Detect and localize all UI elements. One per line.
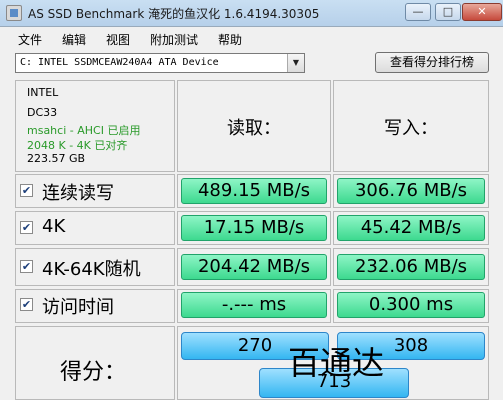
- 4k64-label: 4K-64K随机: [42, 259, 141, 280]
- menu-bar: 文件 编辑 视图 附加测试 帮助: [0, 27, 503, 49]
- access-time-read-result: -.--- ms: [181, 292, 327, 318]
- 4k-read-result: 17.15 MB/s: [181, 215, 327, 241]
- app-icon: [6, 5, 22, 21]
- chevron-down-icon[interactable]: ▼: [287, 54, 304, 72]
- device-select[interactable]: C: INTEL SSDMCEAW240A4 ATA Device ▼: [15, 53, 305, 73]
- access-time-checkbox[interactable]: ✔: [20, 298, 33, 311]
- maximize-button[interactable]: □: [435, 3, 461, 21]
- device-select-value: C: INTEL SSDMCEAW240A4 ATA Device: [20, 57, 219, 68]
- access-time-write-result: 0.300 ms: [337, 292, 485, 318]
- window-title: AS SSD Benchmark 淹死的鱼汉化 1.6.4194.30305: [28, 7, 320, 21]
- close-button[interactable]: ✕: [462, 3, 502, 21]
- seq-read-result: 489.15 MB/s: [181, 178, 327, 204]
- drive-capacity: 223.57 GB: [27, 152, 86, 165]
- rank-list-button[interactable]: 查看得分排行榜: [375, 52, 489, 73]
- write-column-header: 写入：: [384, 118, 438, 139]
- drive-alignment-status: 2048 K - 4K 已对齐: [27, 139, 128, 152]
- access-time-label: 访问时间: [42, 297, 114, 318]
- drive-driver-status: msahci - AHCI 已启用: [27, 124, 141, 137]
- 4k64-write-result: 232.06 MB/s: [337, 254, 485, 280]
- seq-checkbox[interactable]: ✔: [20, 184, 33, 197]
- menu-view[interactable]: 视图: [106, 31, 130, 48]
- row-label-panel: [15, 211, 175, 245]
- menu-file[interactable]: 文件: [18, 31, 42, 48]
- 4k-label: 4K: [42, 216, 66, 237]
- drive-firmware: DC33: [27, 106, 58, 119]
- score-label: 得分：: [60, 360, 127, 385]
- menu-help[interactable]: 帮助: [218, 31, 242, 48]
- 4k-checkbox[interactable]: ✔: [20, 221, 33, 234]
- 4k64-checkbox[interactable]: ✔: [20, 260, 33, 273]
- read-column-header: 读取：: [227, 118, 281, 139]
- seq-write-result: 306.76 MB/s: [337, 178, 485, 204]
- menu-edit[interactable]: 编辑: [62, 31, 86, 48]
- 4k-write-result: 45.42 MB/s: [337, 215, 485, 241]
- drive-vendor: INTEL: [27, 86, 59, 99]
- 4k64-read-result: 204.42 MB/s: [181, 254, 327, 280]
- minimize-button[interactable]: —: [405, 3, 431, 21]
- watermark-text: 百通达: [288, 344, 385, 382]
- title-bar: AS SSD Benchmark 淹死的鱼汉化 1.6.4194.30305 —…: [0, 0, 503, 27]
- menu-extra-tests[interactable]: 附加测试: [150, 31, 198, 48]
- seq-label: 连续读写: [42, 183, 114, 204]
